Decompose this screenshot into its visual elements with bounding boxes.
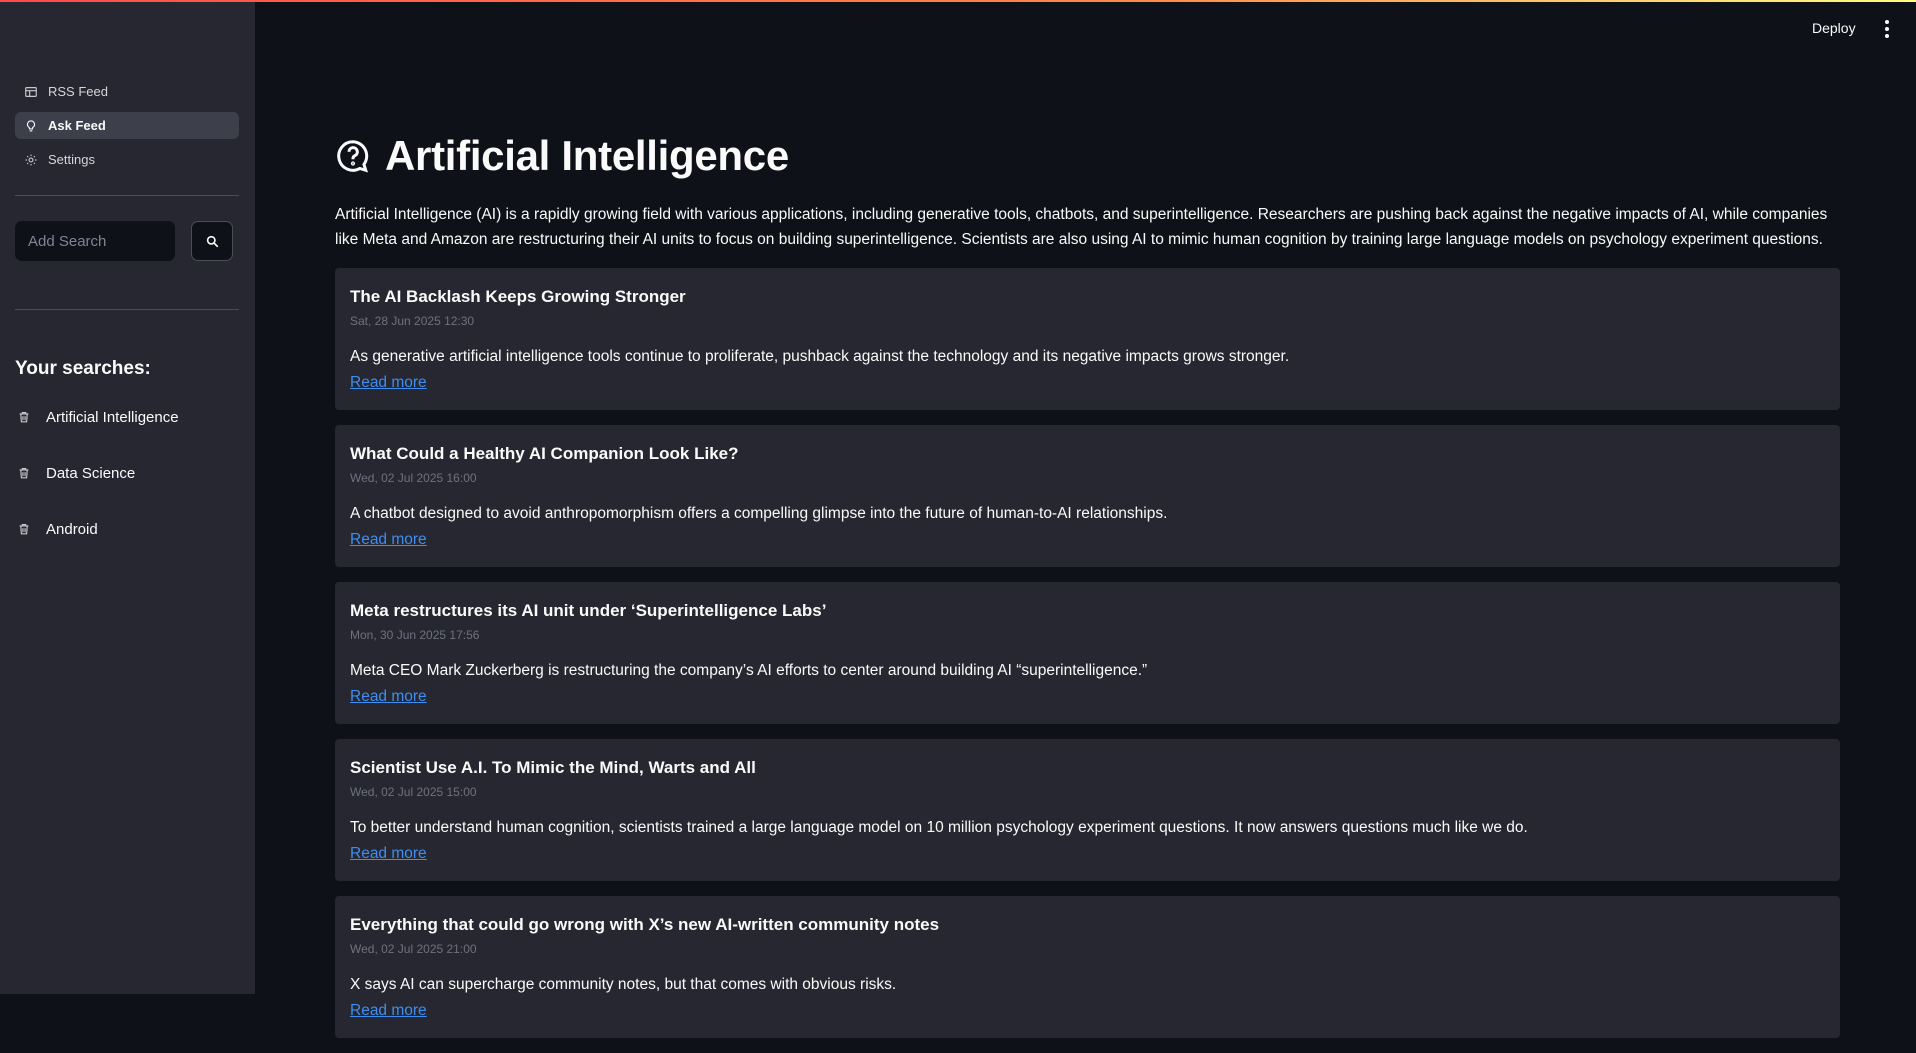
article-description: A chatbot designed to avoid anthropomorp…	[350, 505, 1168, 522]
saved-search-item[interactable]: Data Science	[15, 459, 239, 487]
add-search-input[interactable]	[15, 221, 175, 261]
article-card: The AI Backlash Keeps Growing Stronger S…	[335, 268, 1840, 410]
saved-searches-list: Artificial Intelligence Data Science And…	[15, 403, 239, 571]
article-title: The AI Backlash Keeps Growing Stronger	[350, 287, 686, 306]
article-description: As generative artificial intelligence to…	[350, 348, 1290, 365]
main-menu-icon[interactable]	[1880, 19, 1894, 39]
nav-item-rss-feed[interactable]: RSS Feed	[15, 78, 239, 105]
article-date: Wed, 02 Jul 2025 21:00	[350, 942, 477, 956]
nav-item-label: RSS Feed	[48, 84, 108, 99]
read-more-link[interactable]: Read more	[350, 1002, 427, 1019]
read-more-link[interactable]: Read more	[350, 374, 427, 391]
nav-item-label: Ask Feed	[48, 118, 106, 133]
article-title: Everything that could go wrong with X’s …	[350, 915, 940, 934]
question-bubble-icon	[337, 140, 369, 173]
page-title: Artificial Intelligence	[385, 132, 789, 179]
article-title: What Could a Healthy AI Companion Look L…	[350, 444, 739, 463]
table-icon	[25, 86, 37, 97]
saved-search-label: Data Science	[46, 464, 136, 482]
nav-item-settings[interactable]: Settings	[15, 146, 239, 173]
sidebar-divider	[15, 195, 239, 196]
trash-icon[interactable]	[17, 410, 31, 424]
article-list: The AI Backlash Keeps Growing Stronger S…	[335, 268, 1840, 1053]
page-header: Artificial Intelligence	[335, 132, 789, 180]
article-title: Meta restructures its AI unit under ‘Sup…	[350, 601, 827, 620]
search-button[interactable]	[191, 221, 233, 261]
sidebar-divider	[15, 309, 239, 310]
article-title: Scientist Use A.I. To Mimic the Mind, Wa…	[350, 758, 756, 777]
article-card: What Could a Healthy AI Companion Look L…	[335, 425, 1840, 567]
your-searches-heading: Your searches:	[15, 358, 151, 379]
saved-search-label: Android	[46, 520, 98, 538]
article-description: X says AI can supercharge community note…	[350, 976, 897, 993]
trash-icon[interactable]	[17, 466, 31, 480]
search-icon	[206, 235, 218, 247]
saved-search-label: Artificial Intelligence	[46, 408, 179, 426]
saved-search-item[interactable]: Android	[15, 515, 239, 543]
trash-icon[interactable]	[17, 522, 31, 536]
read-more-link[interactable]: Read more	[350, 531, 427, 548]
article-date: Mon, 30 Jun 2025 17:56	[350, 628, 480, 642]
gear-icon	[25, 154, 37, 165]
article-description: To better understand human cognition, sc…	[350, 819, 1528, 836]
article-date: Wed, 02 Jul 2025 15:00	[350, 785, 477, 799]
saved-search-item[interactable]: Artificial Intelligence	[15, 403, 239, 431]
top-decoration-bar	[0, 0, 1916, 2]
sidebar-nav: RSS Feed Ask Feed Settings	[15, 78, 239, 180]
read-more-link[interactable]: Read more	[350, 688, 427, 705]
deploy-button[interactable]: Deploy	[1812, 20, 1856, 36]
lightbulb-icon	[26, 119, 36, 131]
topic-summary: Artificial Intelligence (AI) is a rapidl…	[335, 206, 1828, 248]
sidebar: RSS Feed Ask Feed Settings Your searches…	[0, 0, 255, 994]
article-date: Wed, 02 Jul 2025 16:00	[350, 471, 477, 485]
article-card: Everything that could go wrong with X’s …	[335, 896, 1840, 1038]
nav-item-label: Settings	[48, 152, 95, 167]
nav-item-ask-feed[interactable]: Ask Feed	[15, 112, 239, 139]
article-date: Sat, 28 Jun 2025 12:30	[350, 314, 475, 328]
read-more-link[interactable]: Read more	[350, 845, 427, 862]
article-description: Meta CEO Mark Zuckerberg is restructurin…	[350, 662, 1148, 679]
article-card: Meta restructures its AI unit under ‘Sup…	[335, 582, 1840, 724]
article-card: Scientist Use A.I. To Mimic the Mind, Wa…	[335, 739, 1840, 881]
